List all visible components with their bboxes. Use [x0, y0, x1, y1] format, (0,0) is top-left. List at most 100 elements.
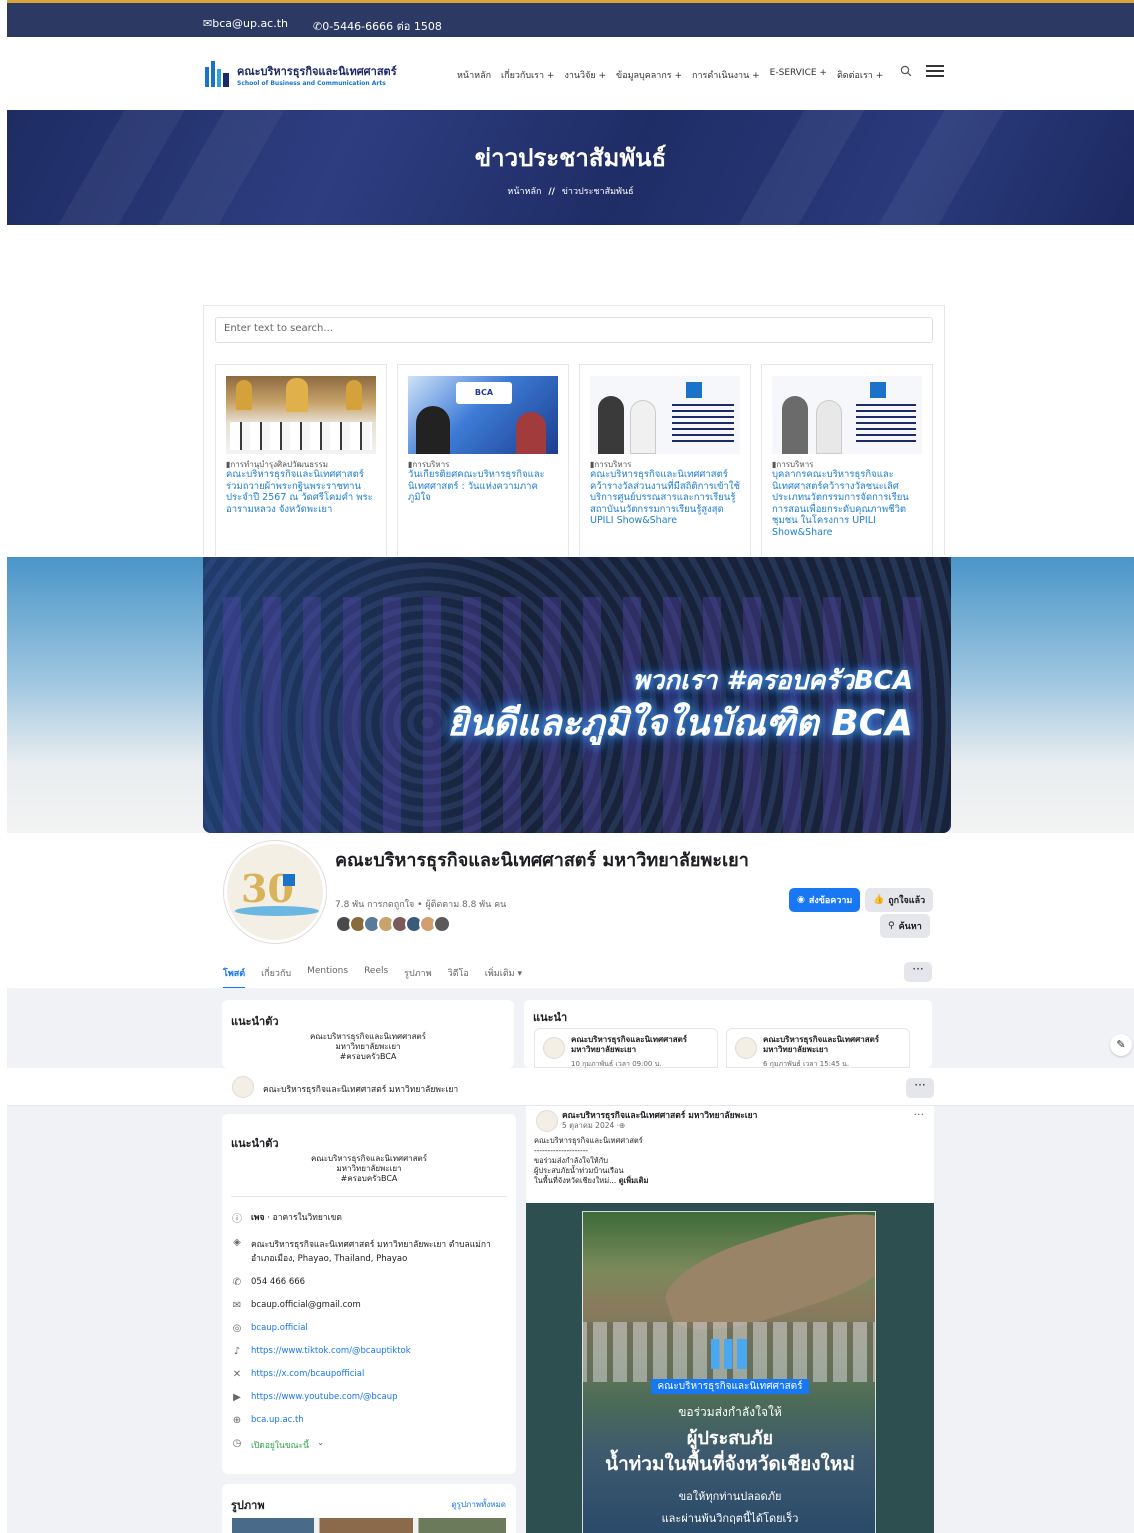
- page-search-button[interactable]: ⚲ ค้นหา: [880, 914, 930, 938]
- sticky-page-name[interactable]: คณะบริหารธุรกิจและนิเทศศาสตร์ มหาวิทยาลั…: [263, 1082, 458, 1096]
- phone-icon: ✆: [313, 20, 323, 33]
- post-text-line: คณะบริหารธุรกิจและนิเทศศาสตร์: [534, 1136, 643, 1145]
- see-more-link[interactable]: ดูเพิ่มเติม: [619, 1176, 649, 1185]
- avatar[interactable]: [536, 1110, 558, 1132]
- liked-button[interactable]: 👍 ถูกใจแล้ว: [865, 888, 934, 912]
- recommend-post[interactable]: คณะบริหารธุรกิจและนิเทศศาสตร์ มหาวิทยาลั…: [726, 1028, 910, 1068]
- photo-grid[interactable]: [232, 1518, 506, 1533]
- top-contact-bar: ✉bca@up.ac.th ✆0-5446-6666 ต่อ 1508: [7, 0, 1134, 37]
- about-x[interactable]: ✕ https://x.com/bcaupofficial: [231, 1369, 507, 1380]
- image-line2: ผู้ประสบภัย: [686, 1428, 774, 1449]
- phone-contact[interactable]: ✆0-5446-6666 ต่อ 1508: [313, 17, 442, 35]
- tab-more[interactable]: เพิ่มเติม ▾: [485, 966, 522, 989]
- intro-bio-line: #ครอบครัวBCA: [339, 1052, 397, 1061]
- about-bio-line: คณะบริหารธุรกิจและนิเทศศาสตร์: [310, 1154, 428, 1163]
- post-text-line: --------------------: [534, 1146, 589, 1155]
- about-email: ✉ bcaup.official@gmail.com: [232, 1300, 361, 1311]
- page-hero-banner: ข่าวประชาสัมพันธ์ หน้าหลัก // ข่าวประชาส…: [7, 110, 1134, 225]
- tab-videos[interactable]: วิดีโอ: [448, 966, 469, 989]
- globe-icon: ⊕: [619, 1121, 626, 1130]
- nav-icons: [900, 65, 944, 77]
- facebook-cover-photo[interactable]: พวกเรา #ครอบครัวBCA ยินดีและภูมิใจในบัณฑ…: [203, 557, 951, 833]
- tab-photos[interactable]: รูปภาพ: [404, 966, 431, 989]
- page-name: คณะบริหารธุรกิจและนิเทศศาสตร์ มหาวิทยาลั…: [335, 850, 749, 871]
- news-title[interactable]: คณะบริหารธุรกิจและนิเทศศาสตร์ คว้ารางวัล…: [590, 469, 742, 527]
- send-message-button[interactable]: ◉ ส่งข้อความ: [789, 888, 861, 912]
- news-thumbnail: BCA: [408, 376, 558, 454]
- faculty-logo-icon: [711, 1339, 747, 1369]
- logo-mark-icon: [205, 61, 231, 87]
- about-tiktok[interactable]: ♪ https://www.tiktok.com/@bcauptiktok: [231, 1346, 507, 1357]
- recommend-title: แนะนำ: [533, 1011, 568, 1024]
- x-icon: ✕: [232, 1369, 242, 1380]
- photos-card: รูปภาพ ดูรูปภาพทั้งหมด: [222, 1484, 516, 1533]
- breadcrumb: หน้าหลัก // ข่าวประชาสัมพันธ์: [7, 184, 1134, 198]
- main-menu: หน้าหลัก เกี่ยวกับเรา + งานวิจัย + ข้อมู…: [457, 68, 883, 82]
- instagram-icon: ◎: [232, 1323, 242, 1334]
- avatar: [543, 1037, 565, 1059]
- recommend-post-author: คณะบริหารธุรกิจและนิเทศศาสตร์ มหาวิทยาลั…: [571, 1035, 688, 1054]
- profile-tabs: โพสต์ เกี่ยวกับ Mentions Reels รูปภาพ วิ…: [223, 966, 522, 989]
- location-icon: ◈: [233, 1237, 241, 1248]
- about-hours[interactable]: ◷ เปิดอยู่ในขณะนี้ ⌄: [231, 1438, 507, 1452]
- image-line5: และผ่านพ้นวิกฤตนี้ได้โดยเร็ว: [661, 1512, 799, 1525]
- news-card[interactable]: ▮การทำนุบำรุงศิลปวัฒนธรรม คณะบริหารธุรกิ…: [215, 364, 387, 556]
- page-stats[interactable]: 7.8 พัน การกดถูกใจ • ผู้ติดตาม 8.8 พัน ค…: [335, 897, 506, 911]
- recommend-post[interactable]: คณะบริหารธุรกิจและนิเทศศาสตร์ มหาวิทยาลั…: [534, 1028, 718, 1068]
- menu-research[interactable]: งานวิจัย +: [564, 68, 606, 82]
- tab-reels[interactable]: Reels: [364, 966, 388, 989]
- intro-card: แนะนำตัว คณะบริหารธุรกิจและนิเทศศาสตร์ ม…: [222, 1000, 514, 1068]
- menu-home[interactable]: หน้าหลัก: [457, 68, 491, 82]
- hamburger-menu-icon[interactable]: [926, 65, 944, 77]
- avatar[interactable]: [232, 1076, 254, 1098]
- see-all-photos-link[interactable]: ดูรูปภาพทั้งหมด: [451, 1498, 506, 1511]
- sticky-page-header: คณะบริหารธุรกิจและนิเทศศาสตร์ มหาวิทยาลั…: [7, 1068, 1134, 1106]
- about-youtube[interactable]: ▶ https://www.youtube.com/@bcaup: [231, 1392, 507, 1403]
- tab-posts[interactable]: โพสต์: [223, 966, 246, 989]
- cover-headline-line2: ยินดีและภูมิใจในบัณฑิต BCA: [447, 703, 913, 744]
- about-phone: ✆ 054 466 666: [232, 1277, 306, 1288]
- messenger-icon: ◉: [797, 895, 805, 905]
- post-date[interactable]: 5 ตุลาคม 2024 ·⊕: [562, 1120, 625, 1132]
- search-icon[interactable]: [900, 65, 912, 77]
- post-more-button[interactable]: ···: [914, 1108, 925, 1121]
- email-contact[interactable]: ✉bca@up.ac.th: [203, 17, 288, 30]
- main-navbar: คณะบริหารธุรกิจและนิเทศศาสตร์ School of …: [7, 37, 1134, 110]
- sticky-more-button[interactable]: ···: [906, 1078, 934, 1098]
- news-title[interactable]: บุคลากรคณะบริหารธุรกิจและนิเทศศาสตร์คว้า…: [772, 469, 924, 538]
- profile-more-button[interactable]: ···: [904, 962, 932, 982]
- news-search-input[interactable]: Enter text to search...: [215, 317, 933, 343]
- menu-operations[interactable]: การดำเนินงาน +: [692, 68, 760, 82]
- follower-avatars[interactable]: [335, 915, 451, 933]
- about-card: แนะนำตัว คณะบริหารธุรกิจและนิเทศศาสตร์ ม…: [222, 1114, 516, 1474]
- tab-about[interactable]: เกี่ยวกับ: [261, 966, 291, 989]
- post-header: คณะบริหารธุรกิจและนิเทศศาสตร์ มหาวิทยาลั…: [526, 1106, 934, 1203]
- news-card[interactable]: BCA ▮การบริหาร วันเกียรติยศคณะบริหารธุรก…: [397, 364, 569, 556]
- news-thumbnail: [590, 376, 740, 454]
- compose-edit-icon[interactable]: ✎: [1110, 1034, 1132, 1056]
- news-title[interactable]: วันเกียรติยศคณะบริหารธุรกิจและนิเทศศาสตร…: [408, 469, 560, 504]
- menu-about[interactable]: เกี่ยวกับเรา +: [501, 68, 554, 82]
- avatar: [735, 1037, 757, 1059]
- about-category: ⓘ เพจ · อาคารในวิทยาเขต: [231, 1210, 507, 1225]
- profile-avatar[interactable]: 30: [224, 841, 326, 943]
- menu-eservice[interactable]: E-SERVICE +: [770, 68, 827, 82]
- news-title[interactable]: คณะบริหารธุรกิจและนิเทศศาสตร์ ร่วมถวายผ้…: [226, 469, 378, 515]
- facebook-profile-header: 30 คณะบริหารธุรกิจและนิเทศศาสตร์ มหาวิทย…: [203, 833, 951, 989]
- menu-contact[interactable]: ติดต่อเรา +: [837, 68, 883, 82]
- about-instagram[interactable]: ◎ bcaup.official: [231, 1323, 507, 1334]
- recommend-card: แนะนำ คณะบริหารธุรกิจและนิเทศศาสตร์ มหาว…: [524, 1000, 932, 1068]
- about-address: ◈ คณะบริหารธุรกิจและนิเทศศาสตร์ มหาวิทยาล…: [231, 1237, 507, 1265]
- tab-mentions[interactable]: Mentions: [307, 966, 348, 989]
- menu-personnel[interactable]: ข้อมูลบุคลากร +: [616, 68, 682, 82]
- news-card[interactable]: ▮การบริหาร คณะบริหารธุรกิจและนิเทศศาสตร์…: [579, 364, 751, 556]
- about-website[interactable]: ⊕ bca.up.ac.th: [231, 1415, 507, 1426]
- intro-title: แนะนำตัว: [231, 1015, 279, 1028]
- breadcrumb-home[interactable]: หน้าหลัก: [507, 187, 541, 197]
- info-icon: ⓘ: [232, 1214, 242, 1225]
- post-image[interactable]: คณะบริหารธุรกิจและนิเทศศาสตร์ ขอร่วมส่งก…: [526, 1203, 934, 1533]
- site-logo[interactable]: คณะบริหารธุรกิจและนิเทศศาสตร์ School of …: [205, 61, 397, 87]
- post-text-line: ขอร่วมส่งกำลังใจให้กับ: [534, 1156, 609, 1165]
- news-card[interactable]: ▮การบริหาร บุคลากรคณะบริหารธุรกิจและนิเท…: [761, 364, 933, 556]
- news-thumbnail: [772, 376, 922, 454]
